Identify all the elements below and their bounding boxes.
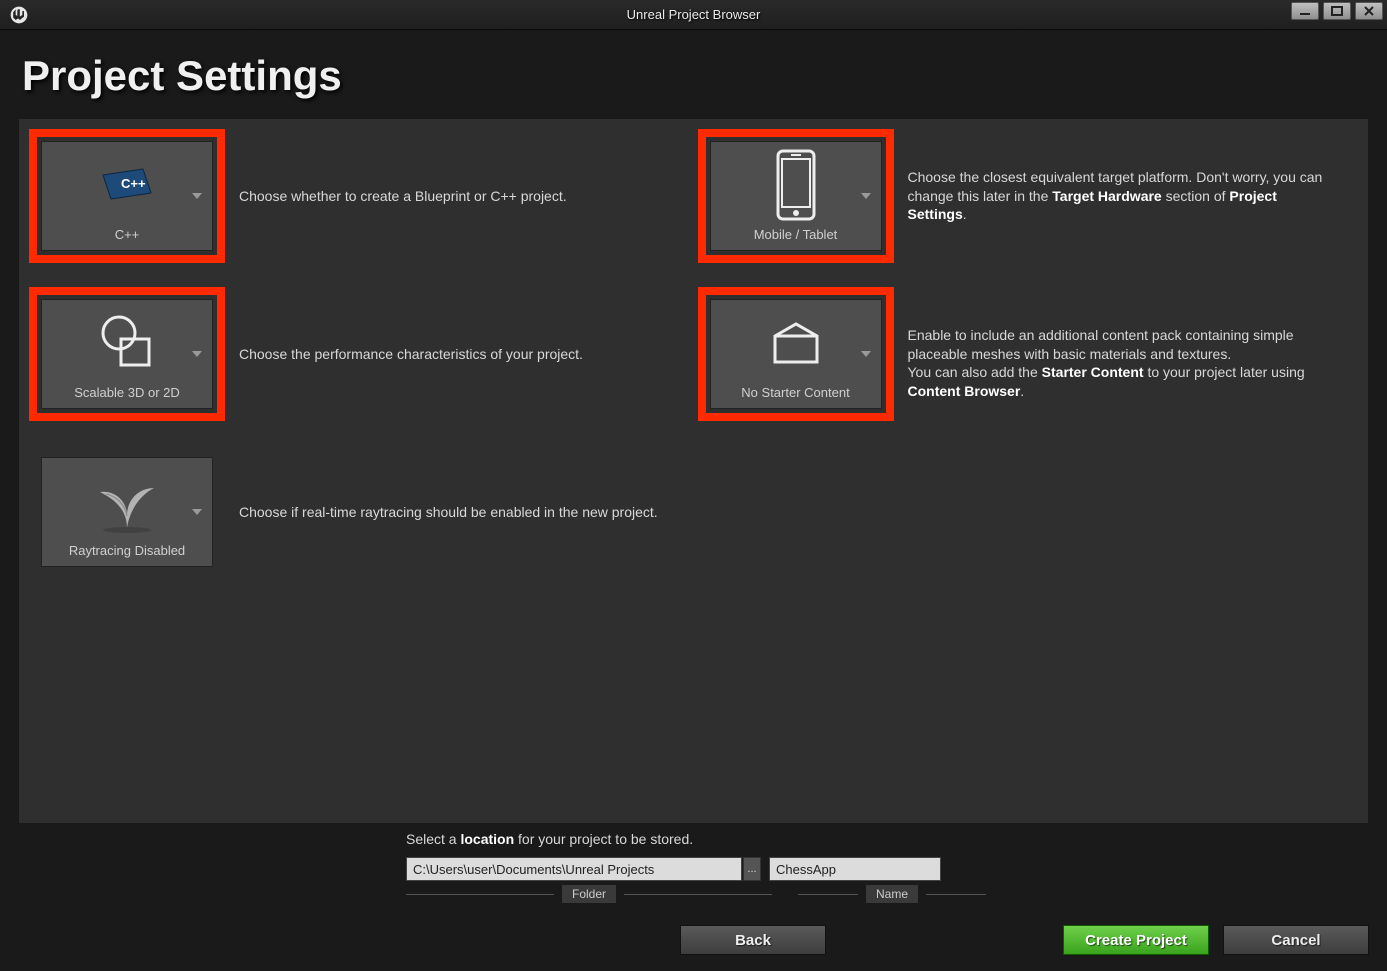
plant-icon: [92, 458, 162, 543]
project-type-desc: Choose whether to create a Blueprint or …: [239, 187, 567, 206]
starter-content-dropdown[interactable]: No Starter Content: [710, 299, 882, 409]
box-icon: [769, 300, 823, 385]
folder-input[interactable]: [406, 857, 742, 881]
chevron-down-icon: [192, 351, 202, 357]
cpp-icon: C++: [99, 142, 155, 227]
name-field-label: Name: [866, 885, 918, 903]
raytracing-dropdown[interactable]: Raytracing Disabled: [41, 457, 213, 567]
cancel-button[interactable]: Cancel: [1223, 925, 1369, 955]
close-button[interactable]: [1355, 2, 1383, 20]
titlebar: Unreal Project Browser: [0, 0, 1387, 30]
footer: Select a location for your project to be…: [0, 821, 1387, 971]
platform-dropdown[interactable]: Mobile / Tablet: [710, 141, 882, 251]
option-starter-content: No Starter Content Enable to include an …: [698, 287, 1359, 421]
create-project-button[interactable]: Create Project: [1063, 925, 1209, 955]
chevron-down-icon: [861, 351, 871, 357]
option-quality: Scalable 3D or 2D Choose the performance…: [29, 287, 690, 421]
unreal-logo-icon: [8, 4, 30, 26]
maximize-button[interactable]: [1323, 2, 1351, 20]
raytracing-desc: Choose if real-time raytracing should be…: [239, 503, 658, 522]
mobile-icon: [774, 142, 818, 227]
back-button[interactable]: Back: [680, 925, 826, 955]
settings-panel: C++ C++ Choose whether to create a Bluep…: [18, 118, 1369, 824]
starter-content-desc: Enable to include an additional content …: [908, 307, 1328, 401]
scalable-icon: [95, 300, 159, 385]
window-title: Unreal Project Browser: [627, 7, 761, 22]
window-controls: [1291, 2, 1383, 20]
platform-desc: Choose the closest equivalent target pla…: [908, 168, 1328, 225]
location-prompt: Select a location for your project to be…: [406, 831, 1369, 847]
project-type-label: C++: [115, 227, 140, 242]
quality-label: Scalable 3D or 2D: [74, 385, 180, 400]
option-project-type: C++ C++ Choose whether to create a Bluep…: [29, 129, 690, 263]
browse-button[interactable]: ...: [743, 857, 761, 881]
option-platform: Mobile / Tablet Choose the closest equiv…: [698, 129, 1359, 263]
platform-label: Mobile / Tablet: [754, 227, 838, 242]
page-title: Project Settings: [22, 52, 1387, 100]
chevron-down-icon: [192, 193, 202, 199]
option-raytracing: Raytracing Disabled Choose if real-time …: [29, 445, 690, 579]
minimize-button[interactable]: [1291, 2, 1319, 20]
quality-desc: Choose the performance characteristics o…: [239, 345, 583, 364]
svg-text:C++: C++: [121, 176, 146, 191]
folder-field-label: Folder: [562, 885, 616, 903]
quality-dropdown[interactable]: Scalable 3D or 2D: [41, 299, 213, 409]
project-name-input[interactable]: [769, 857, 941, 881]
starter-content-label: No Starter Content: [741, 385, 849, 400]
raytracing-label: Raytracing Disabled: [69, 543, 185, 558]
chevron-down-icon: [192, 509, 202, 515]
project-type-dropdown[interactable]: C++ C++: [41, 141, 213, 251]
chevron-down-icon: [861, 193, 871, 199]
